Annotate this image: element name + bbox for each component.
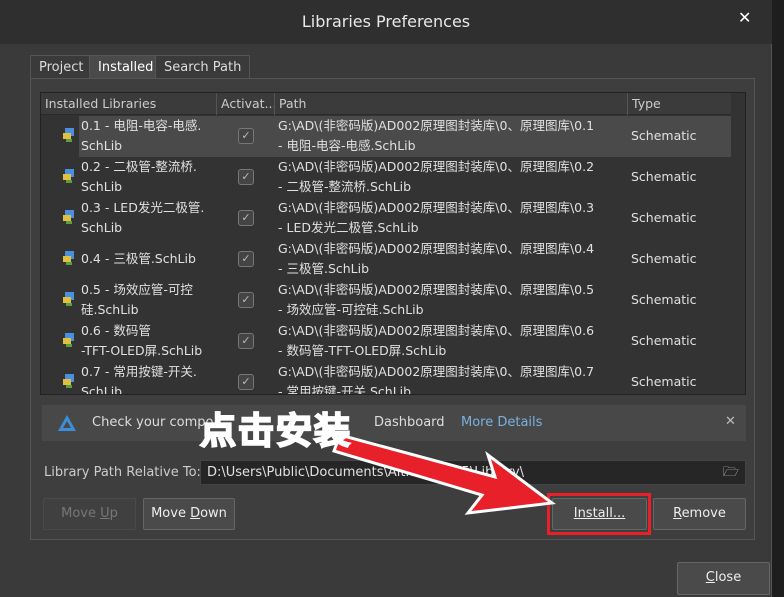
close-window-icon[interactable]: ✕ [738,8,751,27]
activated-checkbox[interactable]: ✓ [238,210,254,226]
annotation-click-install: 点击安装 [199,410,353,453]
tab-search-path[interactable]: Search Path [155,55,251,79]
schlib-icon [63,292,74,306]
activated-checkbox[interactable]: ✓ [238,292,254,308]
schlib-icon [63,128,74,142]
library-name: 0.2 - 二极管-整流桥. SchLib [81,159,197,194]
header-activated[interactable]: Activat... [216,93,274,115]
library-name: 0.5 - 场效应管-可控 硅.SchLib [81,282,193,317]
table-row[interactable]: 0.2 - 二极管-整流桥. SchLib ✓ G:\AD\(非密码版)AD002… [41,157,731,198]
banner-text-start: Check your compo [92,415,214,430]
library-path: G:\AD\(非密码版)AD002原理图封装库\0、原理图库\0.6- 数码管-… [278,323,595,358]
schlib-icon [63,210,74,224]
schlib-icon [63,374,74,388]
table-row[interactable]: 0.3 - LED发光二极管. SchLib ✓ G:\AD\(非密码版)AD00… [41,198,731,239]
table-row[interactable]: 0.7 - 常用按键-开关. SchLib ✓ G:\AD\(非密码版)AD002… [41,362,731,395]
install-button[interactable]: Install... [552,498,647,530]
schlib-icon [63,251,74,265]
library-name: 0.1 - 电阻-电容-电感. SchLib [81,118,202,153]
schlib-icon [63,333,74,347]
libraries-preferences-dialog: Libraries Preferences ✕ Project Installe… [0,0,772,597]
folder-open-icon[interactable]: 🗁 [723,461,739,484]
library-name: 0.6 - 数码管 -TFT-OLED屏.SchLib [81,323,203,358]
library-path: G:\AD\(非密码版)AD002原理图封装库\0、原理图库\0.1- 电阻-电… [278,118,595,153]
altium-logo-icon [58,415,76,431]
library-type: Schematic [631,128,697,143]
library-type: Schematic [631,292,697,307]
library-name: 0.4 - 三极管.SchLib [81,251,196,266]
activated-checkbox[interactable]: ✓ [238,169,254,185]
table-row[interactable]: 0.4 - 三极管.SchLib ✓ G:\AD\(非密码版)AD002原理图封… [41,239,731,280]
close-button[interactable]: Close [677,562,770,595]
library-path: G:\AD\(非密码版)AD002原理图封装库\0、原理图库\0.7- 常用按键… [278,364,595,395]
move-down-button[interactable]: Move Down [143,498,235,530]
move-up-button[interactable]: Move Up [43,498,136,530]
table-row[interactable]: 0.6 - 数码管 -TFT-OLED屏.SchLib ✓ G:\AD\(非密码版… [41,321,731,362]
remove-button[interactable]: Remove [653,498,746,530]
table-header: Installed Libraries Activat... Path Type [41,93,731,115]
activated-checkbox[interactable]: ✓ [238,128,254,144]
library-name: 0.7 - 常用按键-开关. SchLib [81,364,197,395]
table-row[interactable]: 0.1 - 电阻-电容-电感. SchLib ✓ G:\AD\(非密码版)AD00… [41,116,731,157]
header-type[interactable]: Type [627,93,731,115]
library-path: G:\AD\(非密码版)AD002原理图封装库\0、原理图库\0.5- 场效应管… [278,282,595,317]
schlib-icon [63,169,74,183]
title-bar: Libraries Preferences [0,0,772,44]
banner-close-icon[interactable]: ✕ [725,414,736,429]
header-installed-libraries[interactable]: Installed Libraries [41,93,216,115]
library-name: 0.3 - LED发光二极管. SchLib [81,200,205,235]
library-type: Schematic [631,374,697,389]
activated-checkbox[interactable]: ✓ [238,251,254,267]
header-path[interactable]: Path [274,93,627,115]
library-type: Schematic [631,210,697,225]
tab-project[interactable]: Project [30,55,93,79]
library-path: G:\AD\(非密码版)AD002原理图封装库\0、原理图库\0.3- LED发… [278,200,595,235]
library-path-label: Library Path Relative To: [44,465,201,480]
installed-libraries-table: Installed Libraries Activat... Path Type… [40,92,746,395]
tab-installed[interactable]: Installed [89,55,163,79]
annotation-arrow-icon [332,433,556,515]
activated-checkbox[interactable]: ✓ [238,374,254,390]
library-type: Schematic [631,251,697,266]
library-type: Schematic [631,169,697,184]
table-row[interactable]: 0.5 - 场效应管-可控 硅.SchLib ✓ G:\AD\(非密码版)AD00… [41,280,731,321]
library-path: G:\AD\(非密码版)AD002原理图封装库\0、原理图库\0.2- 二极管-… [278,159,595,194]
background-window-edge [772,0,784,597]
activated-checkbox[interactable]: ✓ [238,333,254,349]
library-path: G:\AD\(非密码版)AD002原理图封装库\0、原理图库\0.4- 三极管.… [278,241,595,276]
library-type: Schematic [631,333,697,348]
